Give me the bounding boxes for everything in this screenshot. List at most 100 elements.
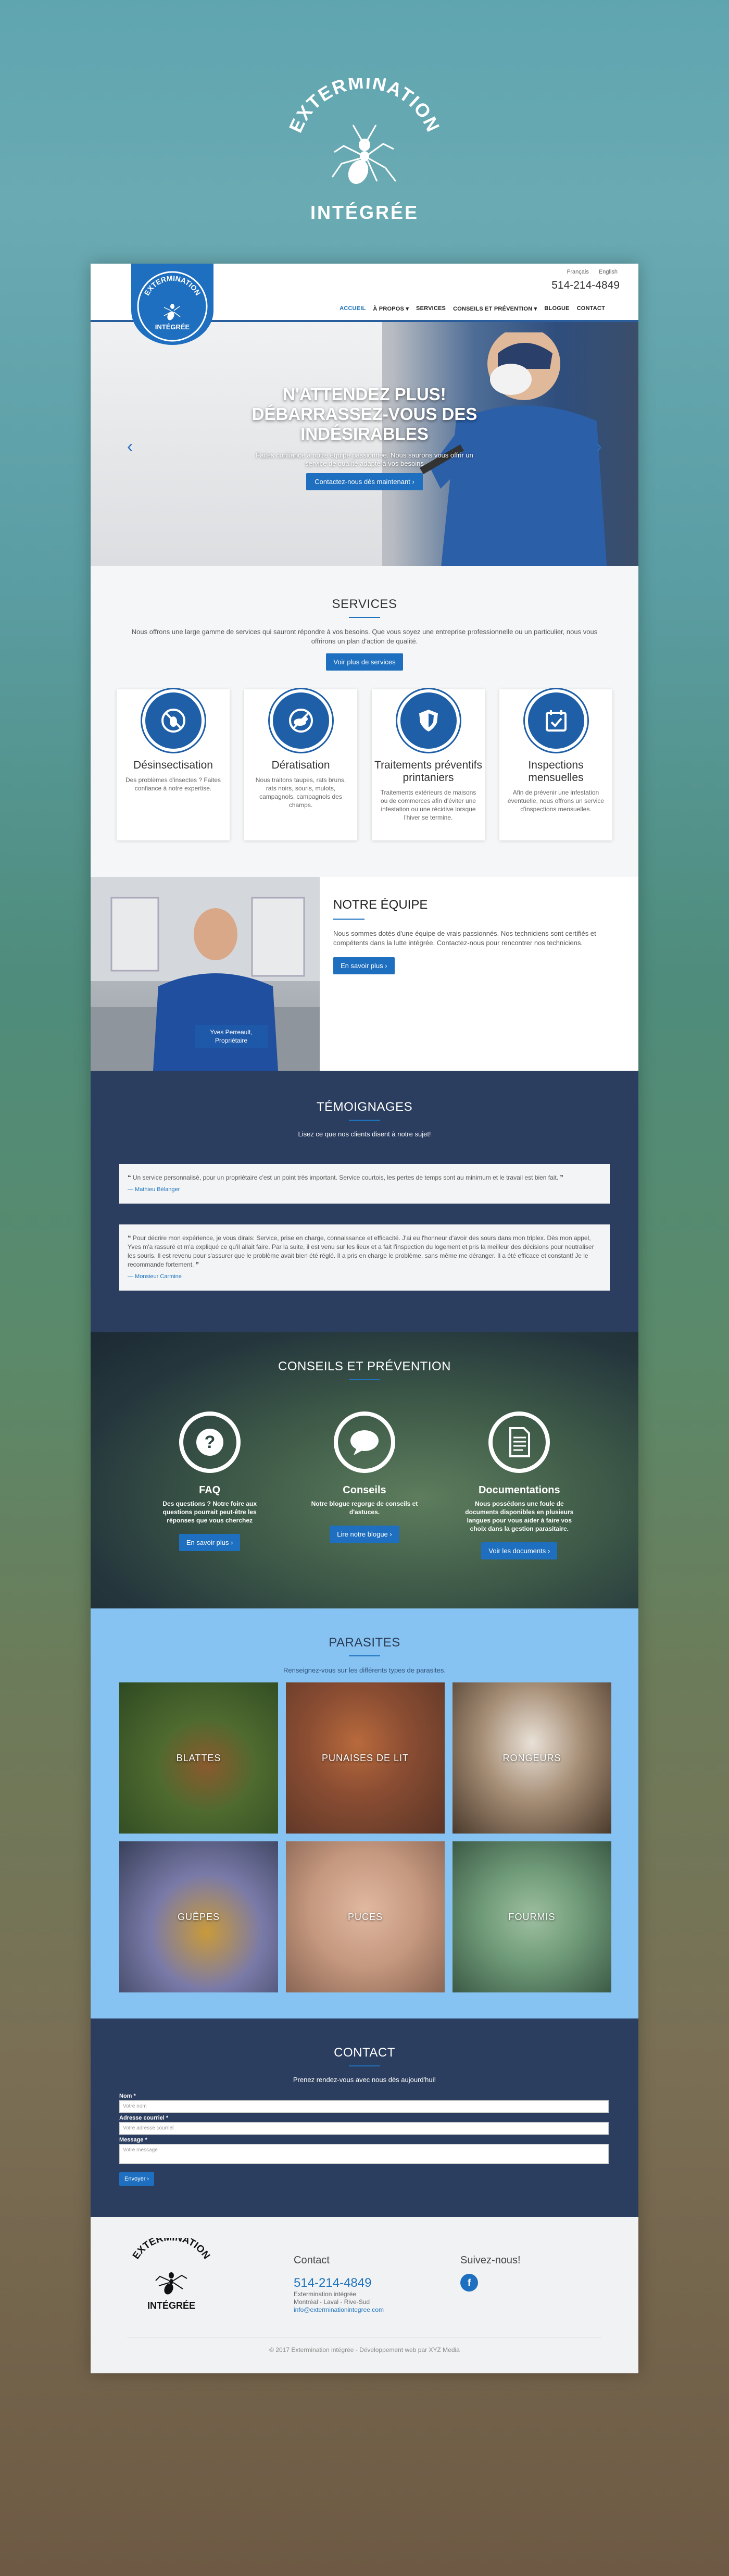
blog-button[interactable]: Lire notre blogue ›	[330, 1526, 399, 1543]
team-photo: Yves Perreault, Propriétaire	[91, 877, 320, 1071]
more-services-button[interactable]: Voir plus de services	[326, 653, 403, 671]
parasite-tile-punaises[interactable]: PUNAISES DE LIT	[286, 1682, 445, 1834]
testimonial-text: ❝ Pour décrire mon expérience, je vous d…	[128, 1234, 594, 1268]
footer-email-link[interactable]: info@exterminationintegree.com	[294, 2306, 384, 2313]
testimonials-subtitle: Lisez ce que nos clients disent à notre …	[298, 1130, 431, 1138]
parasite-tile-label: FOURMIS	[508, 1911, 556, 1922]
docs-button[interactable]: Voir les documents ›	[481, 1542, 558, 1559]
shield-icon	[397, 689, 460, 752]
footer-phone[interactable]: 514-214-4849	[294, 2276, 384, 2290]
no-rat-icon	[269, 689, 332, 752]
email-field[interactable]: Votre adresse courriel	[119, 2122, 609, 2135]
speech-bubble-icon	[333, 1411, 395, 1473]
services-description: Nous offrons une large gamme de services…	[131, 628, 598, 645]
testimonials-title: TÉMOIGNAGES	[316, 1100, 413, 1114]
team-divider	[333, 919, 364, 920]
header-phone[interactable]: 514-214-4849	[551, 279, 620, 292]
footer-contact-title: Contact	[294, 2255, 330, 2266]
nav-blogue[interactable]: BLOGUE	[544, 305, 569, 312]
testimonial-card: ❝ Un service personnalisé, pour un propr…	[119, 1164, 610, 1204]
service-card-text: Traitements extérieurs de maisons ou de …	[380, 789, 476, 821]
team-more-button[interactable]: En savoir plus ›	[333, 957, 395, 974]
parasite-tile-puces[interactable]: PUCES	[286, 1841, 445, 1992]
service-card-title: Inspections mensuelles	[528, 759, 584, 784]
footer: EXTERMINATION INTÉGRÉE Contact 514-214-4…	[91, 2217, 638, 2373]
blog-title: Conseils	[343, 1484, 386, 1496]
parasites-subtitle: Renseignez-vous sur les différents types…	[283, 1666, 446, 1674]
hero-title-line-3: INDÉSIRABLES	[300, 424, 429, 443]
nav-conseils[interactable]: CONSEILS ET PRÉVENTION ▾	[453, 305, 537, 312]
footer-contact: Contact 514-214-4849 Extermination intég…	[294, 2255, 384, 2313]
conseils-title: CONSEILS ET PRÉVENTION	[278, 1359, 451, 1373]
svg-text:EXTERMINATION: EXTERMINATION	[131, 2238, 212, 2261]
hero-subtitle: Faites confiance à notre équipe passionn…	[256, 451, 473, 467]
nav-contact[interactable]: CONTACT	[577, 305, 605, 312]
header-badge-logo[interactable]: EXTERMINATION INTÉGRÉE	[131, 264, 213, 345]
team-member-name: Yves Perreault,	[210, 1029, 253, 1036]
service-card-title: Désinsectisation	[133, 759, 213, 771]
team-content: NOTRE ÉQUIPE Nous sommes dotés d'une équ…	[320, 877, 638, 1071]
facebook-icon[interactable]: f	[460, 2274, 478, 2292]
parasite-tile-rongeurs[interactable]: RONGEURS	[453, 1682, 611, 1834]
hero-text: N'ATTENDEZ PLUS! DÉBARRASSEZ-VOUS DES IN…	[91, 385, 638, 490]
testimonials-section: TÉMOIGNAGES Lisez ce que nos clients dis…	[91, 1071, 638, 1332]
hero-contact-button[interactable]: Contactez-nous dès maintenant ›	[306, 473, 423, 490]
main-nav: ACCUEIL À PROPOS ▾ SERVICES CONSEILS ET …	[340, 305, 605, 312]
parasite-tile-fourmis[interactable]: FOURMIS	[453, 1841, 611, 1992]
service-card-traitements-preventifs[interactable]: Traitements préventifs printaniers Trait…	[372, 689, 485, 840]
service-card-deratisation[interactable]: Dératisation Nous traitons taupes, rats …	[244, 689, 357, 840]
contact-subtitle: Prenez rendez-vous avec nous dès aujourd…	[293, 2076, 436, 2084]
footer-social-title: Suivez-nous!	[460, 2255, 521, 2266]
conseils-columns: ? FAQ Des questions ? Notre foire aux qu…	[91, 1411, 638, 1559]
hero-slider: ‹ › N'ATTENDEZ PLUS! DÉBARRASSEZ-VOUS DE…	[91, 322, 638, 566]
submit-button[interactable]: Envoyer ›	[119, 2172, 155, 2186]
nav-accueil[interactable]: ACCUEIL	[340, 305, 366, 312]
team-member-role: Propriétaire	[215, 1037, 248, 1044]
document-icon	[488, 1411, 550, 1473]
conseils-divider	[349, 1379, 380, 1380]
parasite-tile-blattes[interactable]: BLATTES	[119, 1682, 278, 1834]
service-cards: Désinsectisation Des problèmes d'insecte…	[111, 689, 618, 840]
nav-a-propos[interactable]: À PROPOS ▾	[373, 305, 409, 312]
nav-services[interactable]: SERVICES	[416, 305, 446, 312]
services-title: SERVICES	[332, 597, 397, 611]
parasite-tile-label: GUÊPES	[177, 1911, 220, 1922]
lang-en-link[interactable]: English	[599, 269, 618, 275]
hero-title-line-2: DÉBARRASSEZ-VOUS DES	[252, 404, 477, 424]
conseils-section: CONSEILS ET PRÉVENTION ? FAQ Des questio…	[91, 1332, 638, 1608]
service-card-inspections[interactable]: Inspections mensuelles Afin de prévenir …	[499, 689, 612, 840]
lang-fr-link[interactable]: Français	[567, 269, 589, 275]
faq-title: FAQ	[199, 1484, 221, 1496]
page: EXTERMINATION INTÉGRÉE Français English …	[91, 264, 638, 2373]
top-logo: EXTERMINATION INTÉGRÉE	[276, 71, 453, 234]
email-label: Adresse courriel *	[119, 2115, 169, 2121]
faq-text: Des questions ? Notre foire aux question…	[162, 1500, 257, 1524]
svg-text:INTÉGRÉE: INTÉGRÉE	[310, 202, 419, 223]
service-card-text: Afin de prévenir une infestation éventue…	[507, 789, 605, 813]
message-field[interactable]: Votre message	[119, 2144, 609, 2164]
name-field[interactable]: Votre nom	[119, 2100, 609, 2113]
faq-button[interactable]: En savoir plus ›	[179, 1534, 241, 1551]
svg-text:INTÉGRÉE: INTÉGRÉE	[147, 2300, 195, 2311]
conseils-col-blog: Conseils Notre blogue regorge de conseil…	[297, 1411, 432, 1559]
svg-text:EXTERMINATION: EXTERMINATION	[285, 78, 445, 136]
parasite-tile-guepes[interactable]: GUÊPES	[119, 1841, 278, 1992]
contact-title: CONTACT	[334, 2046, 395, 2060]
footer-social: Suivez-nous! f	[460, 2255, 521, 2292]
parasite-tile-label: PUNAISES DE LIT	[321, 1752, 409, 1763]
team-text: Nous sommes dotés d'une équipe de vrais …	[333, 930, 596, 947]
parasite-tile-label: BLATTES	[176, 1752, 221, 1763]
service-card-title: Traitements préventifs printaniers	[374, 759, 482, 784]
footer-region: Montréal - Laval - Rive-Sud	[294, 2298, 370, 2306]
conseils-col-docs: Documentations Nous possédons une foule …	[451, 1411, 587, 1559]
language-switcher: Français English	[559, 269, 618, 275]
services-section: SERVICES Nous offrons une large gamme de…	[91, 566, 638, 877]
message-label: Message *	[119, 2137, 147, 2143]
service-card-text: Des problèmes d'insectes ? Faites confia…	[125, 776, 221, 792]
header: EXTERMINATION INTÉGRÉE Français English …	[91, 264, 638, 345]
name-label: Nom *	[119, 2093, 136, 2099]
testimonial-text: ❝ Un service personnalisé, pour un propr…	[128, 1174, 563, 1181]
hero-title-line-1: N'ATTENDEZ PLUS!	[283, 385, 446, 404]
parasites-divider	[349, 1655, 380, 1656]
service-card-desinsectisation[interactable]: Désinsectisation Des problèmes d'insecte…	[117, 689, 230, 840]
